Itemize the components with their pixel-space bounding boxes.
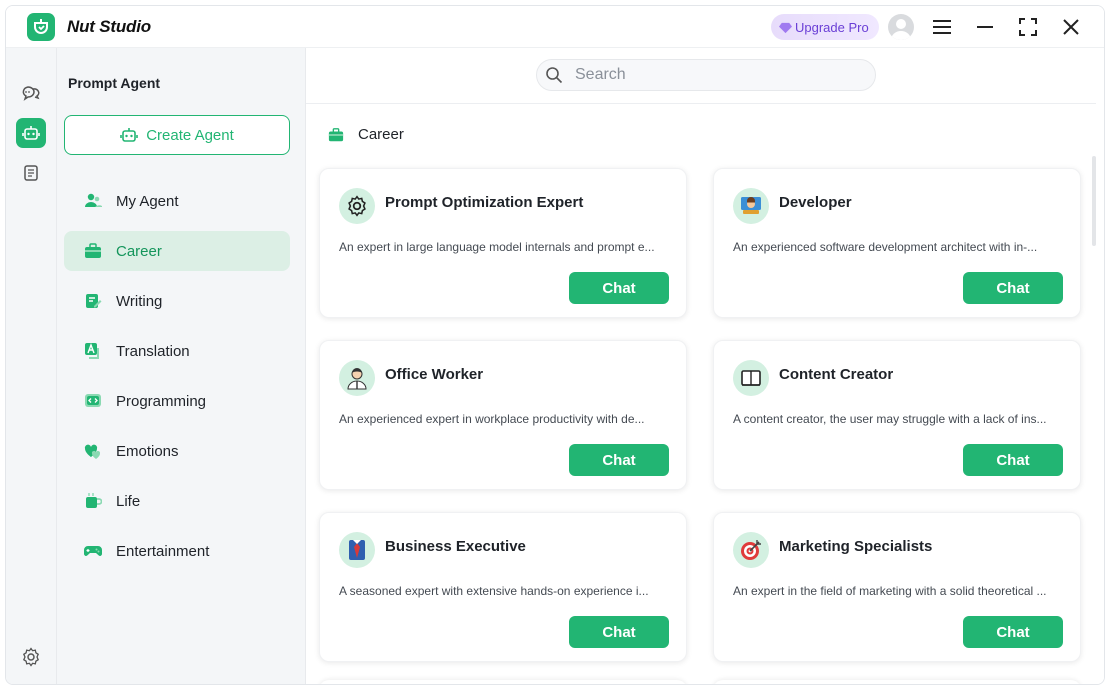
chat-button[interactable]: Chat: [963, 444, 1063, 476]
agent-card: Content Creator A content creator, the u…: [713, 340, 1081, 490]
pen-note-icon: [84, 292, 102, 310]
app-title: Nut Studio: [67, 17, 151, 36]
translate-icon: [84, 342, 102, 360]
agent-name: Developer: [779, 194, 852, 211]
office-worker-icon: [339, 360, 375, 396]
chat-button[interactable]: Chat: [569, 616, 669, 648]
sidebar-item-career[interactable]: Career: [64, 231, 290, 271]
sidebar-item-translation[interactable]: Translation: [64, 331, 290, 371]
book-icon: [733, 360, 769, 396]
sidebar-item-my-agent[interactable]: My Agent: [64, 181, 290, 221]
briefcase-icon: [84, 242, 102, 260]
agent-card: Marketing Specialists An expert in the f…: [713, 512, 1081, 662]
app-window: Nut Studio Upgrade Pro Prompt Agent Crea…: [5, 5, 1105, 685]
chat-button[interactable]: Chat: [569, 444, 669, 476]
sidebar-item-life[interactable]: Life: [64, 481, 290, 521]
developer-icon: [733, 188, 769, 224]
agent-card: Office Worker An experienced expert in w…: [319, 340, 687, 490]
section-title: Career: [358, 126, 404, 143]
sidebar-item-entertainment[interactable]: Entertainment: [64, 531, 290, 571]
sidebar-title: Prompt Agent: [68, 75, 161, 91]
sidebar-item-label: Programming: [116, 392, 207, 410]
robot-icon[interactable]: [16, 118, 46, 148]
sidebar-item-label: Entertainment: [116, 542, 210, 560]
section-header: Career: [328, 126, 404, 143]
upgrade-pro-button[interactable]: Upgrade Pro: [771, 14, 879, 40]
sidebar-item-label: Translation: [116, 342, 190, 360]
chat-button[interactable]: Chat: [963, 272, 1063, 304]
agent-name: Prompt Optimization Expert: [385, 194, 584, 211]
chat-button[interactable]: Chat: [963, 616, 1063, 648]
agent-card: Developer An experienced software develo…: [713, 168, 1081, 318]
target-icon: [733, 532, 769, 568]
sidebar-item-label: Emotions: [116, 442, 179, 460]
upgrade-label: Upgrade Pro: [795, 19, 869, 35]
briefcase-icon: [328, 127, 344, 141]
agent-name: Office Worker: [385, 366, 484, 383]
agent-name: Business Executive: [385, 538, 526, 555]
agent-card: Prompt Optimization Expert An expert in …: [319, 168, 687, 318]
executive-icon: [339, 532, 375, 568]
close-icon[interactable]: [1059, 15, 1083, 39]
search-bar: [536, 59, 876, 91]
sidebar-item-label: Writing: [116, 292, 163, 310]
icon-rail: [6, 48, 57, 684]
agent-card-partial: [319, 680, 687, 684]
menu-icon[interactable]: [930, 15, 954, 39]
gamepad-icon: [84, 542, 102, 560]
agent-name: Content Creator: [779, 366, 894, 383]
agent-description: A content creator, the user may struggle…: [733, 412, 1047, 426]
settings-gear-icon[interactable]: [16, 642, 46, 672]
diamond-icon: [779, 22, 792, 33]
robot-icon: [120, 128, 139, 142]
sidebar-item-label: Life: [116, 492, 141, 510]
code-icon: [84, 392, 102, 410]
sidebar-item-label: My Agent: [116, 192, 179, 210]
sidebar-item-emotions[interactable]: Emotions: [64, 431, 290, 471]
main-content: Career Prompt Optimization Expert An exp…: [306, 48, 1104, 684]
title-bar: Nut Studio Upgrade Pro: [6, 6, 1104, 48]
scrollbar[interactable]: [1092, 156, 1096, 246]
notebook-icon[interactable]: [16, 158, 46, 188]
chat-button[interactable]: Chat: [569, 272, 669, 304]
agent-description: An expert in the field of marketing with…: [733, 584, 1047, 598]
category-sidebar: Prompt Agent Create Agent My Agent Caree…: [57, 48, 306, 684]
divider: [306, 103, 1096, 104]
app-logo-icon: [27, 13, 55, 41]
chat-bubbles-icon[interactable]: [16, 78, 46, 108]
search-input[interactable]: [575, 66, 845, 84]
user-avatar[interactable]: [888, 14, 914, 40]
gear-icon: [339, 188, 375, 224]
sidebar-item-label: Career: [116, 242, 162, 260]
maximize-icon[interactable]: [1016, 15, 1040, 39]
search-icon: [546, 67, 563, 84]
agent-description: An experienced expert in workplace produ…: [339, 412, 645, 426]
hearts-icon: [84, 442, 102, 460]
users-icon: [84, 192, 102, 210]
create-agent-label: Create Agent: [146, 126, 234, 144]
sidebar-item-programming[interactable]: Programming: [64, 381, 290, 421]
sidebar-item-writing[interactable]: Writing: [64, 281, 290, 321]
cup-icon: [84, 492, 102, 510]
minimize-icon[interactable]: [973, 15, 997, 39]
agent-description: An expert in large language model intern…: [339, 240, 655, 254]
agent-description: A seasoned expert with extensive hands-o…: [339, 584, 649, 598]
agent-description: An experienced software development arch…: [733, 240, 1038, 254]
create-agent-button[interactable]: Create Agent: [64, 115, 290, 155]
agent-name: Marketing Specialists: [779, 538, 933, 555]
agent-card: Business Executive A seasoned expert wit…: [319, 512, 687, 662]
agent-card-partial: [713, 680, 1081, 684]
